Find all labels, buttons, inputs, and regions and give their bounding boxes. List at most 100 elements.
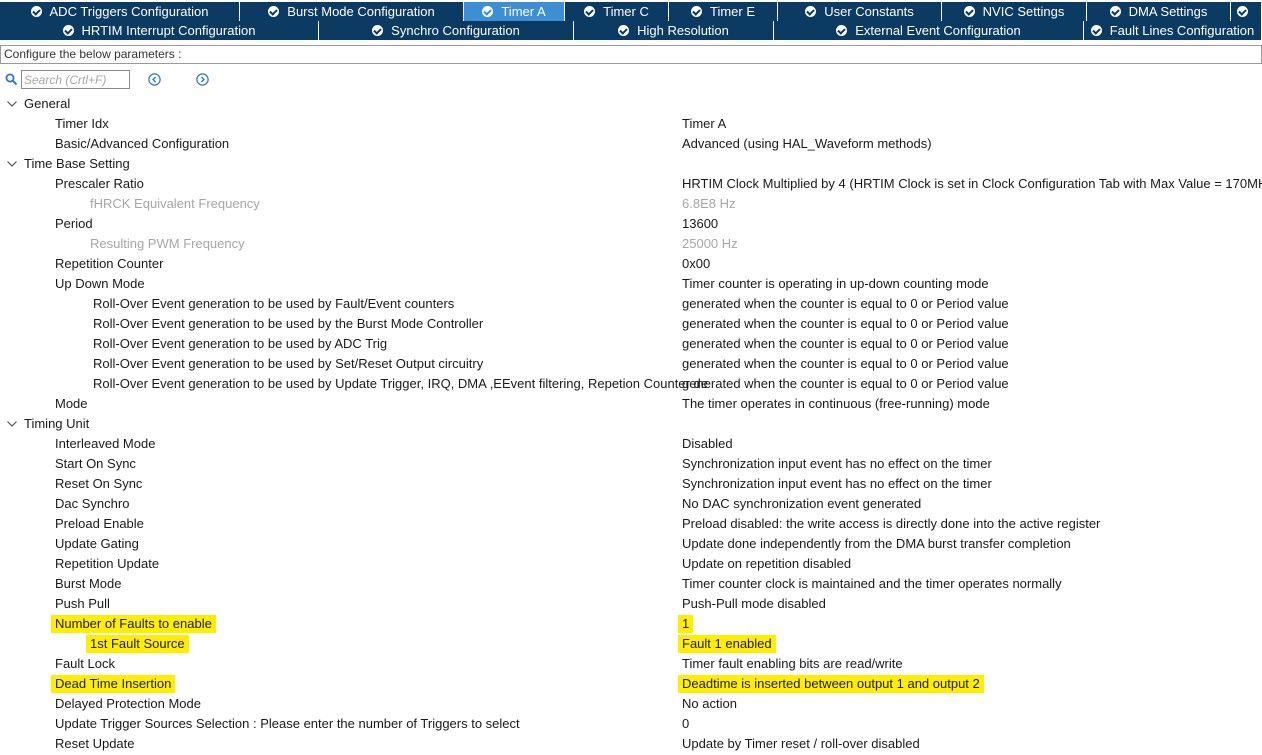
param-value[interactable]: Preload disabled: the write access is di… — [682, 514, 1100, 534]
group-label: Time Base Setting — [24, 156, 130, 171]
tab-external-event-configuration[interactable]: External Event Configuration — [774, 21, 1084, 40]
param-value[interactable]: Update by Timer reset / roll-over disabl… — [682, 734, 920, 754]
param-row-fhrck-equivalent-frequency[interactable]: fHRCK Equivalent Frequency 6.8E8 Hz — [0, 194, 1262, 214]
search-icon — [5, 73, 18, 86]
param-row-interleaved-mode[interactable]: Interleaved Mode Disabled — [0, 434, 1262, 454]
tab-dma-settings[interactable]: DMA Settings — [1087, 2, 1231, 21]
param-row-prescaler-ratio[interactable]: Prescaler Ratio HRTIM Clock Multiplied by… — [0, 174, 1262, 194]
param-row-burst-mode[interactable]: Burst Mode Timer counter clock is maintai… — [0, 574, 1262, 594]
tab-hrtim-interrupt-configuration[interactable]: HRTIM Interrupt Configuration — [0, 21, 319, 40]
param-value[interactable]: Disabled — [682, 434, 733, 454]
tab-timer-e[interactable]: Timer E — [669, 2, 778, 21]
group-general[interactable]: General — [0, 94, 1262, 114]
param-row-resulting-pwm-frequency[interactable]: Resulting PWM Frequency 25000 Hz — [0, 234, 1262, 254]
param-row-reset-on-sync[interactable]: Reset On Sync Synchronization input event… — [0, 474, 1262, 494]
param-row-update-trigger-sources-selection-please-enter-the-number-of-triggers-to-select[interactable]: Update Trigger Sources Selection : Pleas… — [0, 714, 1262, 734]
tab-synchro-configuration[interactable]: Synchro Configuration — [319, 21, 574, 40]
param-value[interactable]: No DAC synchronization event generated — [682, 494, 921, 514]
param-label: fHRCK Equivalent Frequency — [90, 196, 260, 211]
tab-label: Fault Lines Configuration — [1109, 23, 1255, 38]
param-row-basic-advanced-configuration[interactable]: Basic/Advanced Configuration Advanced (us… — [0, 134, 1262, 154]
tab-burst-mode-configuration[interactable]: Burst Mode Configuration — [240, 2, 464, 21]
param-value[interactable]: Update on repetition disabled — [682, 554, 851, 574]
param-label: Preload Enable — [55, 516, 144, 531]
param-value[interactable]: 0x00 — [682, 254, 710, 274]
param-label: Roll-Over Event generation to be used by… — [93, 356, 484, 371]
param-row-mode[interactable]: Mode The timer operates in continuous (fr… — [0, 394, 1262, 414]
param-value[interactable]: Push-Pull mode disabled — [682, 594, 826, 614]
param-row-repetition-update[interactable]: Repetition Update Update on repetition di… — [0, 554, 1262, 574]
param-value[interactable]: 0 — [682, 714, 689, 734]
param-row-delayed-protection-mode[interactable]: Delayed Protection Mode No action — [0, 694, 1262, 714]
param-row-preload-enable[interactable]: Preload Enable Preload disabled: the writ… — [0, 514, 1262, 534]
param-value[interactable]: 13600 — [682, 214, 718, 234]
param-value[interactable]: generated when the counter is equal to 0… — [682, 314, 1009, 334]
param-label: Roll-Over Event generation to be used by… — [93, 316, 484, 331]
param-row-up-down-mode[interactable]: Up Down Mode Timer counter is operating i… — [0, 274, 1262, 294]
param-value[interactable]: 1 — [678, 615, 694, 633]
check-circle-icon — [1109, 6, 1121, 17]
param-value[interactable]: Timer fault enabling bits are read/write — [682, 654, 903, 674]
param-row-fault-lock[interactable]: Fault Lock Timer fault enabling bits are … — [0, 654, 1262, 674]
tab-high-resolution[interactable]: High Resolution — [574, 21, 774, 40]
param-value[interactable]: generated when the counter is equal to 0… — [682, 334, 1009, 354]
param-value[interactable]: generated when the counter is equal to 0… — [682, 374, 1009, 394]
param-row-period[interactable]: Period 13600 — [0, 214, 1262, 234]
tab-adc-triggers-configuration[interactable]: ADC Triggers Configuration — [0, 2, 240, 21]
tab-timer-a[interactable]: Timer A — [464, 2, 565, 21]
param-row-push-pull[interactable]: Push Pull Push-Pull mode disabled — [0, 594, 1262, 614]
param-row-roll-over-event-generation-to-be-used-by-update-trigger-irq-dma-eevent-filtering-repetion-counter-de[interactable]: Roll-Over Event generation to be used by… — [0, 374, 1262, 394]
search-input[interactable] — [21, 70, 130, 89]
tab-nvic-settings[interactable]: NVIC Settings — [942, 2, 1087, 21]
param-value[interactable]: HRTIM Clock Multiplied by 4 (HRTIM Clock… — [682, 174, 1262, 194]
param-row-roll-over-event-generation-to-be-used-by-fault-event-counters[interactable]: Roll-Over Event generation to be used by… — [0, 294, 1262, 314]
group-time-base-setting[interactable]: Time Base Setting — [0, 154, 1262, 174]
chevron-down-icon[interactable] — [6, 160, 18, 168]
param-label: Timer Idx — [55, 116, 109, 131]
param-value[interactable]: Deadtime is inserted between output 1 an… — [678, 675, 984, 693]
param-value[interactable]: 6.8E8 Hz — [682, 194, 735, 214]
chevron-right-circle-icon[interactable] — [196, 73, 209, 86]
param-row-dac-synchro[interactable]: Dac Synchro No DAC synchronization event … — [0, 494, 1262, 514]
param-row-repetition-counter[interactable]: Repetition Counter 0x00 — [0, 254, 1262, 274]
param-value[interactable]: No action — [682, 694, 737, 714]
param-row-update-gating[interactable]: Update Gating Update done independently f… — [0, 534, 1262, 554]
param-value[interactable]: Advanced (using HAL_Waveform methods) — [682, 134, 932, 154]
param-value[interactable]: generated when the counter is equal to 0… — [682, 354, 1009, 374]
tab-bar-secondary: HRTIM Interrupt Configuration Synchro Con… — [0, 21, 1262, 40]
tab-fault-lines-configuration[interactable]: Fault Lines Configuration — [1084, 21, 1262, 40]
param-row-roll-over-event-generation-to-be-used-by-adc-trig[interactable]: Roll-Over Event generation to be used by… — [0, 334, 1262, 354]
param-value[interactable]: Timer A — [682, 114, 726, 134]
param-row-number-of-faults-to-enable[interactable]: Number of Faults to enable 1 — [0, 614, 1262, 634]
tab-bar-primary: ADC Triggers Configuration Burst Mode Con… — [0, 2, 1262, 21]
param-row-dead-time-insertion[interactable]: Dead Time Insertion Deadtime is inserted … — [0, 674, 1262, 694]
param-value[interactable]: Fault 1 enabled — [678, 635, 776, 653]
chevron-left-circle-icon[interactable] — [148, 73, 161, 86]
param-label: Delayed Protection Mode — [55, 696, 201, 711]
param-row-start-on-sync[interactable]: Start On Sync Synchronization input event… — [0, 454, 1262, 474]
chevron-down-icon[interactable] — [6, 100, 18, 108]
param-value[interactable]: Timer counter is operating in up-down co… — [682, 274, 989, 294]
param-row-1st-fault-source[interactable]: 1st Fault Source Fault 1 enabled — [0, 634, 1262, 654]
param-row-roll-over-event-generation-to-be-used-by-the-burst-mode-controller[interactable]: Roll-Over Event generation to be used by… — [0, 314, 1262, 334]
group-timing-unit[interactable]: Timing Unit — [0, 414, 1262, 434]
param-value[interactable]: Update done independently from the DMA b… — [682, 534, 1071, 554]
check-circle-icon — [268, 6, 280, 17]
chevron-down-icon[interactable] — [6, 420, 18, 428]
param-value[interactable]: 25000 Hz — [682, 234, 738, 254]
tab-more[interactable] — [1231, 2, 1262, 21]
param-label: Prescaler Ratio — [55, 176, 144, 191]
tab-timer-c[interactable]: Timer C — [565, 2, 669, 21]
check-circle-icon — [836, 25, 848, 36]
param-row-timer-idx[interactable]: Timer Idx Timer A — [0, 114, 1262, 134]
param-value[interactable]: The timer operates in continuous (free-r… — [682, 394, 990, 414]
param-row-reset-update[interactable]: Reset Update Update by Timer reset / roll… — [0, 734, 1262, 754]
tab-user-constants[interactable]: User Constants — [778, 2, 942, 21]
param-value[interactable]: Timer counter clock is maintained and th… — [682, 574, 1062, 594]
param-label: Roll-Over Event generation to be used by… — [93, 296, 455, 311]
param-value[interactable]: Synchronization input event has no effec… — [682, 474, 992, 494]
param-row-roll-over-event-generation-to-be-used-by-set-reset-output-circuitry[interactable]: Roll-Over Event generation to be used by… — [0, 354, 1262, 374]
param-value[interactable]: Synchronization input event has no effec… — [682, 454, 992, 474]
param-label: Roll-Over Event generation to be used by… — [93, 336, 388, 351]
param-value[interactable]: generated when the counter is equal to 0… — [682, 294, 1009, 314]
